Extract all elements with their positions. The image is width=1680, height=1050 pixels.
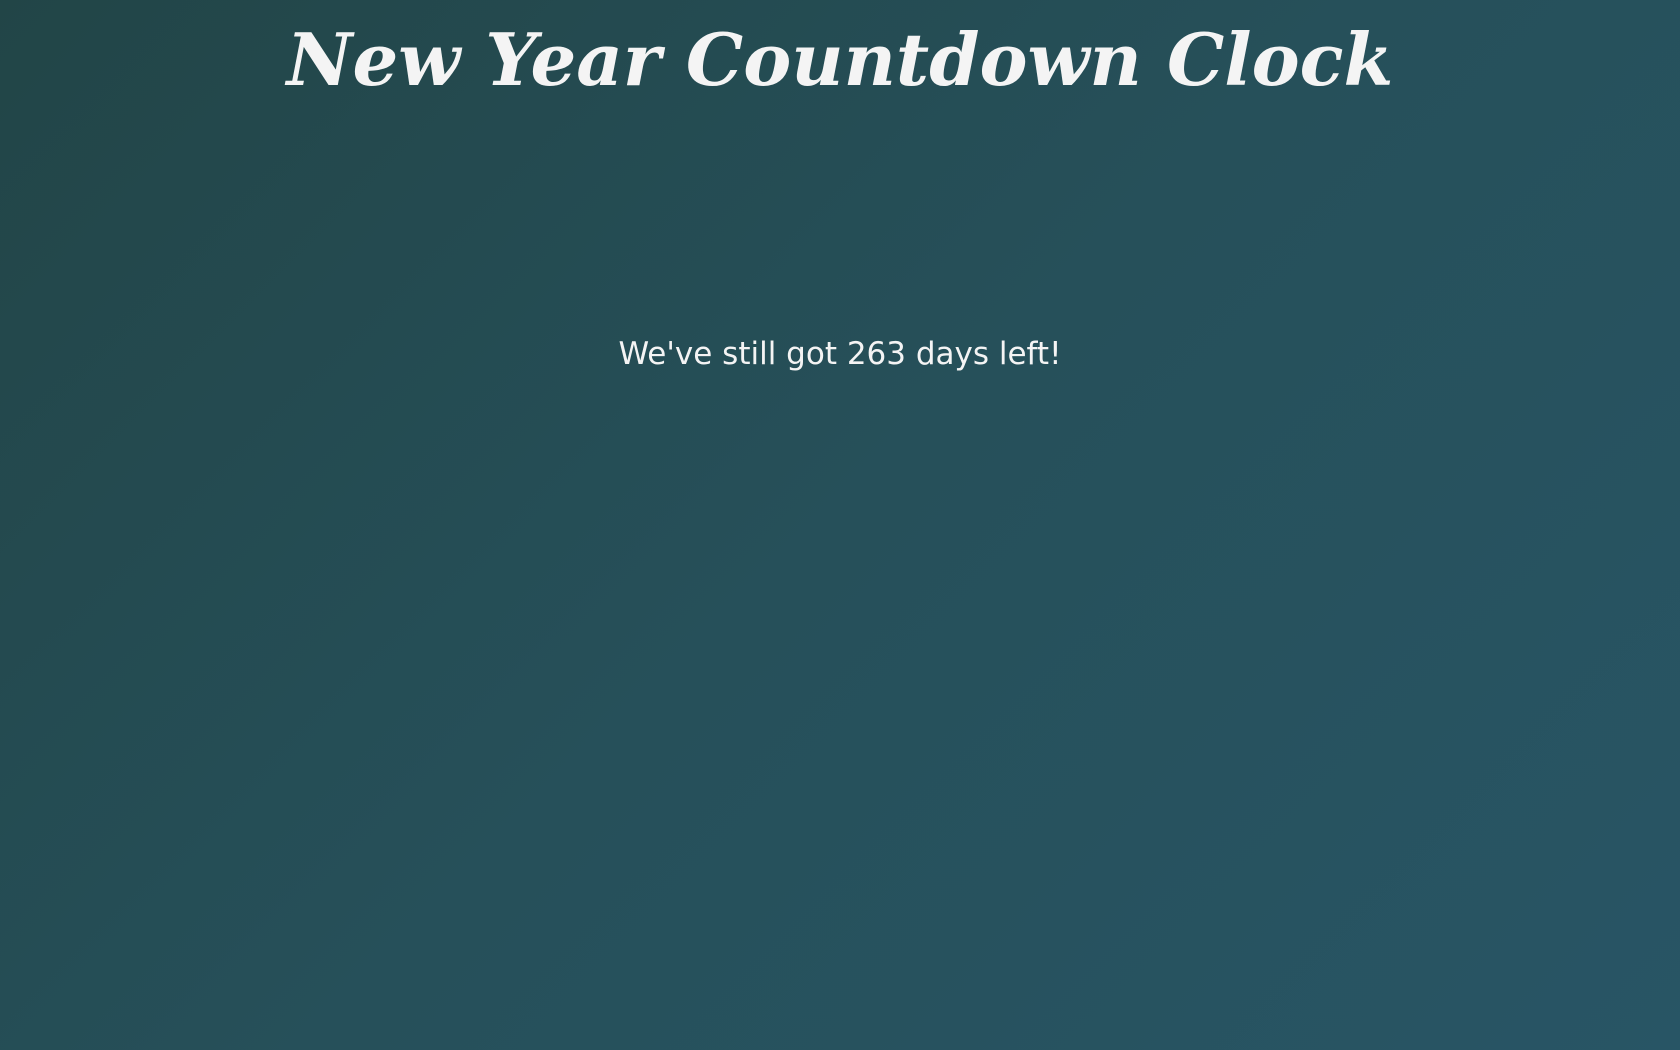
countdown-message: We've still got 263 days left!: [618, 336, 1062, 372]
page-title: New Year Countdown Clock: [286, 17, 1394, 102]
